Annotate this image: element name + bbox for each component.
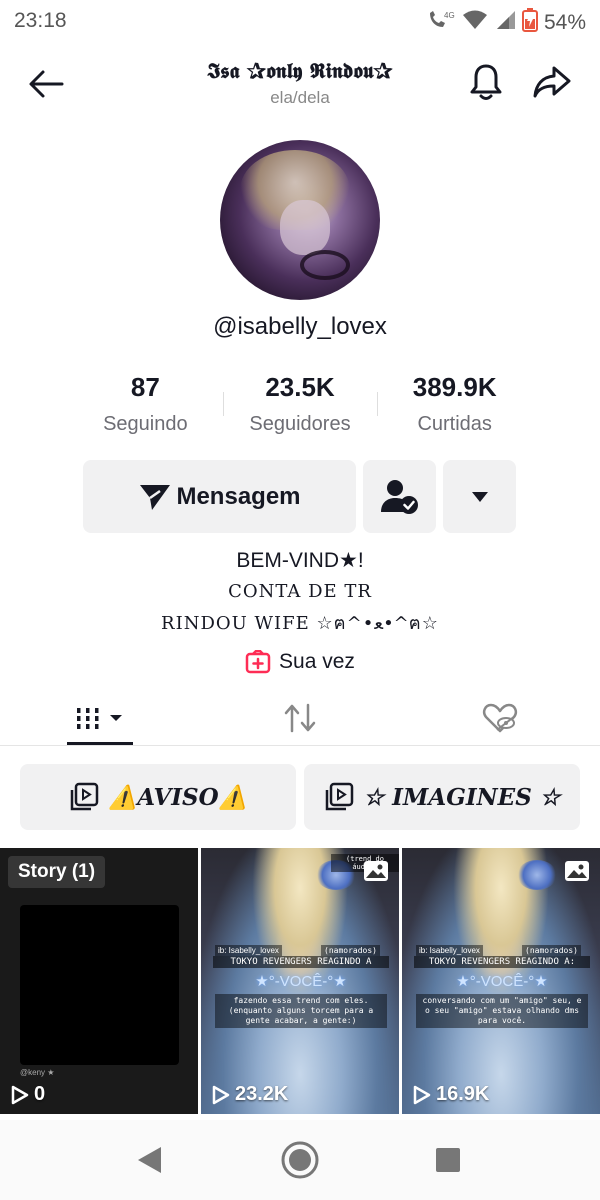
avatar-face [280,200,330,255]
view-count: 0 [10,1083,45,1106]
story-badge: Story (1) [8,856,106,888]
network-type-label: 4G [444,11,455,20]
photo-icon [364,861,388,881]
stat-label: Seguidores [249,413,351,435]
nav-recents-button[interactable] [433,1145,463,1175]
view-count-value: 16.9K [436,1083,490,1105]
overlay-voce: ★°-VOCÊ-°★ [255,973,347,990]
overlay-body: conversando com um "amigo" seu, e o seu … [416,994,588,1028]
overlay-namorados: (namorados) [522,945,581,956]
square-recents-icon [436,1148,460,1172]
message-button[interactable]: Mensagem [83,460,356,533]
playlist-imagines[interactable]: ☆ IMAGINES ☆ [304,764,580,830]
notifications-button[interactable] [466,62,506,102]
overlay-body: fazendo essa trend com eles. (enquanto a… [215,994,387,1028]
playlist-label: ⚠️AVISO⚠️ [108,783,248,811]
nav-back-button[interactable] [133,1144,165,1176]
overlay-headline: TOKYO REVENGERS REAGINDO A: [414,956,590,968]
bio: BEM-VIND★! CONTA DE TR RINDOU WIFE ☆ฅ^•ﻌ… [0,548,600,637]
share-arrow-icon [533,66,571,98]
bell-icon [470,64,502,100]
overlay-voce: ★°-VOCÊ-°★ [456,973,548,990]
stat-likes[interactable]: 389.9K Curtidas [377,372,532,442]
stat-value: 23.5K [265,372,335,402]
stat-value: 87 [130,372,160,402]
playlist-icon [70,782,98,811]
view-count-value: 23.2K [235,1083,289,1105]
photo-icon [565,861,589,881]
back-button[interactable] [26,64,66,104]
stat-label: Seguindo [103,413,188,435]
following-status-button[interactable] [363,460,436,533]
overlay-headline: TOKYO REVENGERS REAGINDO A [213,956,389,968]
heart-hidden-icon [482,703,518,733]
status-time: 23:18 [14,9,67,32]
system-nav-bar [0,1120,600,1200]
playlist-aviso[interactable]: ⚠️AVISO⚠️ [20,764,296,830]
story-credit: @keny ★ [20,1068,55,1077]
tab-videos[interactable] [0,690,200,746]
add-post-icon [245,650,271,674]
status-bar: 23:18 4G 54% [0,0,600,42]
play-icon [11,1085,29,1104]
grid-icon [77,708,122,729]
battery-icon [521,8,538,37]
story-preview [20,905,179,1065]
avatar[interactable] [220,140,380,300]
message-button-label: Mensagem [176,482,301,510]
username: @isabelly_lovex [213,313,387,340]
stat-following[interactable]: 87 Seguindo [68,372,223,442]
video-tile[interactable]: ib: Isabelly_lovex (namorados) TOKYO REV… [402,848,600,1114]
repost-icon [284,703,316,733]
stat-divider [222,392,224,416]
content-tabs [0,690,600,746]
send-icon [140,484,171,510]
circle-home-icon [281,1141,319,1179]
more-dropdown-button[interactable] [443,460,516,533]
call-4g-icon: 4G [426,9,456,36]
view-count: 23.2K [211,1083,288,1106]
triangle-back-icon [138,1147,161,1173]
user-check-icon [380,479,418,514]
bio-line: CONTA DE TR [228,581,372,602]
overlay-ib: ib: Isabelly_lovex [416,945,483,956]
avatar-tattoo [300,250,350,280]
stats-row: 87 Seguindo 23.5K Seguidores 389.9K Curt… [68,372,532,442]
playlist-icon [325,782,353,811]
signal-icon [494,10,516,35]
bio-line: RINDOU WIFE ☆ฅ^•ﻌ•^ฅ☆ [161,613,439,634]
tab-liked-private[interactable] [400,690,600,746]
profile-header: 𝕴𝖘𝖆 ✰𝖔𝖓𝖑𝖞 𝕽𝖎𝖓𝖉𝖔𝖚✰ ela/dela [0,52,600,112]
video-grid: Story (1) @keny ★ 0 (trend do áudio) ib:… [0,848,600,1114]
play-icon [212,1085,230,1104]
stat-divider [377,392,379,416]
stat-value: 389.9K [412,372,497,402]
share-button[interactable] [530,62,574,102]
wifi-icon [462,10,488,35]
bio-line: BEM-VIND★! [236,549,364,572]
arrow-left-icon [29,70,64,98]
pronouns: ela/dela [270,88,330,107]
nav-home-button[interactable] [280,1140,320,1180]
caret-down-icon [471,491,488,502]
sua-vez-link[interactable]: Sua vez [0,650,600,674]
status-icons: 4G 54% [426,8,586,37]
view-count-value: 0 [34,1083,46,1105]
page-title: 𝕴𝖘𝖆 ✰𝖔𝖓𝖑𝖞 𝕽𝖎𝖓𝖉𝖔𝖚✰ [207,58,393,83]
active-tab-indicator [67,742,133,745]
playlist-label: ☆ IMAGINES ☆ [363,783,561,811]
thumbnail-flower [517,860,557,890]
story-tile[interactable]: Story (1) @keny ★ 0 [0,848,198,1114]
view-count: 16.9K [412,1083,489,1106]
overlay-ib: ib: Isabelly_lovex [215,945,282,956]
title-block: 𝕴𝖘𝖆 ✰𝖔𝖓𝖑𝖞 𝕽𝖎𝖓𝖉𝖔𝖚✰ ela/dela [150,58,450,108]
stat-label: Curtidas [417,413,492,435]
battery-percent: 54% [543,10,586,34]
play-icon [413,1085,431,1104]
overlay-namorados: (namorados) [321,945,380,956]
stat-followers[interactable]: 23.5K Seguidores [222,372,378,442]
sua-vez-label: Sua vez [279,650,355,673]
video-tile[interactable]: (trend do áudio) ib: Isabelly_lovex (nam… [201,848,399,1114]
tab-reposts[interactable] [200,690,400,746]
